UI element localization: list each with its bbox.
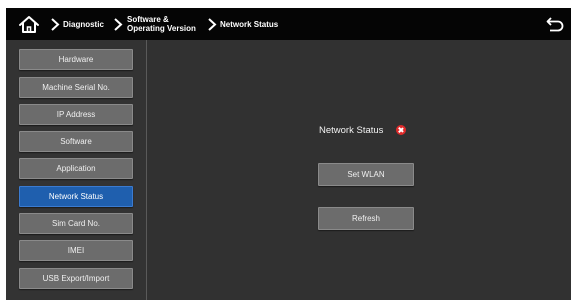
- sidebar-item-usb-export-import[interactable]: USB Export/Import: [19, 268, 133, 289]
- sidebar-item-application[interactable]: Application: [19, 158, 133, 179]
- refresh-button[interactable]: Refresh: [318, 207, 414, 230]
- sidebar-item-imei[interactable]: IMEI: [19, 240, 133, 261]
- app-window: Diagnostic Software & Operating Version …: [6, 8, 571, 300]
- breadcrumb-software-line2: Operating Version: [127, 24, 196, 33]
- network-status-label: Network Status: [319, 124, 384, 136]
- top-bar: Diagnostic Software & Operating Version …: [6, 8, 571, 40]
- panel-divider: [146, 40, 147, 300]
- chevron-right-icon: [51, 18, 60, 31]
- chevron-right-icon: [208, 18, 217, 31]
- sidebar-item-ip-address[interactable]: IP Address: [19, 104, 133, 125]
- sidebar: Hardware Machine Serial No. IP Address S…: [6, 40, 146, 300]
- network-status-row: Network Status: [319, 123, 407, 137]
- error-x-icon: [396, 125, 407, 135]
- breadcrumb-diagnostic[interactable]: Diagnostic: [63, 20, 104, 29]
- breadcrumb-software-line1: Software &: [127, 15, 169, 24]
- sidebar-item-hardware[interactable]: Hardware: [19, 49, 133, 70]
- home-icon[interactable]: [18, 15, 40, 34]
- breadcrumb-software-operating-version[interactable]: Software & Operating Version: [127, 15, 196, 33]
- set-wlan-button[interactable]: Set WLAN: [318, 163, 414, 186]
- sidebar-item-network-status[interactable]: Network Status: [19, 186, 133, 207]
- sidebar-item-software[interactable]: Software: [19, 131, 133, 152]
- sidebar-item-sim-card[interactable]: Sim Card No.: [19, 213, 133, 234]
- chevron-right-icon: [114, 18, 123, 31]
- breadcrumb-network-status: Network Status: [220, 20, 279, 29]
- back-arrow-icon[interactable]: [546, 16, 564, 32]
- sidebar-item-machine-serial[interactable]: Machine Serial No.: [19, 77, 133, 98]
